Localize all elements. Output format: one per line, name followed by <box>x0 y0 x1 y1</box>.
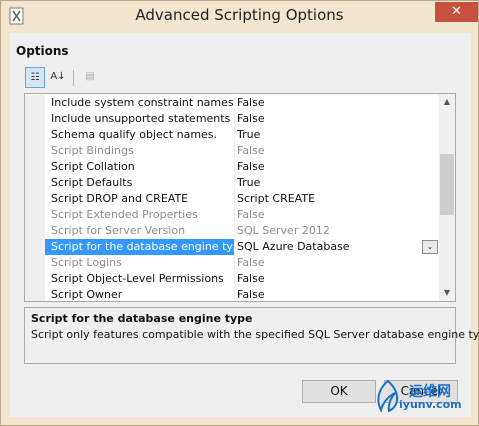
property-row[interactable]: Include system constraint names False <box>25 95 442 111</box>
property-name: Script DROP and CREATE <box>51 192 189 205</box>
property-value[interactable]: True <box>235 127 442 143</box>
close-icon: ✕ <box>451 4 462 19</box>
property-row[interactable]: Script DROP and CREATE Script CREATE <box>25 191 442 207</box>
alphabetical-sort-icon: A↓ <box>50 71 66 82</box>
scroll-down-button[interactable]: ▼ <box>439 285 455 301</box>
property-value[interactable]: False <box>235 255 442 271</box>
property-row[interactable]: Script Logins False <box>25 255 442 271</box>
property-row[interactable]: Script Defaults True <box>25 175 442 191</box>
description-text: Script only features compatible with the… <box>31 328 479 341</box>
property-value[interactable]: False <box>235 111 442 127</box>
title-bar[interactable]: Advanced Scripting Options ✕ <box>1 1 478 33</box>
ok-button[interactable]: OK <box>302 380 376 403</box>
property-name: Include system constraint names <box>51 96 234 109</box>
property-pages-icon: ▤ <box>85 71 95 82</box>
property-name: Script Bindings <box>51 144 134 157</box>
alphabetical-sort-button[interactable]: A↓ <box>48 67 68 88</box>
property-row[interactable]: Script Extended Properties False <box>25 207 442 223</box>
scroll-down-icon: ▼ <box>443 288 451 297</box>
property-grid: Include system constraint names False In… <box>24 93 456 302</box>
property-value[interactable]: False <box>235 287 442 301</box>
property-row[interactable]: Script Bindings False <box>25 143 442 159</box>
categorized-icon: ☷ <box>30 72 40 83</box>
window-title: Advanced Scripting Options <box>135 6 344 24</box>
property-name: Schema qualify object names. <box>51 128 218 141</box>
scroll-thumb[interactable] <box>440 154 454 215</box>
property-value[interactable]: False <box>235 207 442 223</box>
property-name: Script Extended Properties <box>51 208 198 221</box>
chevron-down-icon: ⌄ <box>426 242 434 251</box>
property-value[interactable]: False <box>235 95 442 111</box>
property-value[interactable]: Script CREATE <box>235 191 442 207</box>
vertical-scrollbar[interactable]: ▲ ▼ <box>439 94 455 301</box>
property-name: Script Object-Level Permissions <box>51 272 224 285</box>
property-row[interactable]: Script Owner False <box>25 287 442 301</box>
property-row[interactable]: Script Collation False <box>25 159 442 175</box>
toolbar-divider <box>73 70 74 86</box>
property-row[interactable]: Script Object-Level Permissions False <box>25 271 442 287</box>
engine-type-select[interactable]: SQL Azure Database <box>235 239 442 255</box>
close-button[interactable]: ✕ <box>435 2 478 22</box>
watermark-url-text: iyunv.com <box>399 398 462 411</box>
property-row[interactable]: Include unsupported statements False <box>25 111 442 127</box>
description-title: Script for the database engine type <box>31 312 253 325</box>
scroll-up-button[interactable]: ▲ <box>439 94 455 110</box>
scroll-up-icon: ▲ <box>443 97 451 106</box>
property-name: Script Defaults <box>51 176 133 189</box>
property-name: Script Collation <box>51 160 135 173</box>
property-row-selected[interactable]: Script for the database engine type SQL … <box>25 239 442 255</box>
property-value[interactable]: False <box>235 271 442 287</box>
options-section-label: Options <box>16 44 69 58</box>
property-name: Script Owner <box>51 288 123 301</box>
description-panel: Script for the database engine type Scri… <box>24 307 479 364</box>
property-value[interactable]: SQL Server 2012 <box>235 223 442 239</box>
categorized-view-button[interactable]: ☷ <box>25 67 45 88</box>
property-value[interactable]: True <box>235 175 442 191</box>
property-name: Script for the database engine type <box>45 239 234 255</box>
property-pages-button[interactable]: ▤ <box>80 67 100 88</box>
property-value[interactable]: False <box>235 143 442 159</box>
property-name: Script for Server Version <box>51 224 186 237</box>
property-name: Include unsupported statements <box>51 112 231 125</box>
engine-type-dropdown-button[interactable]: ⌄ <box>422 240 438 254</box>
dialog-window: Advanced Scripting Options ✕ Options ☷ A… <box>0 0 479 426</box>
property-row[interactable]: Script for Server Version SQL Server 201… <box>25 223 442 239</box>
property-row[interactable]: Schema qualify object names. True <box>25 127 442 143</box>
property-value[interactable]: False <box>235 159 442 175</box>
property-name: Script Logins <box>51 256 122 269</box>
